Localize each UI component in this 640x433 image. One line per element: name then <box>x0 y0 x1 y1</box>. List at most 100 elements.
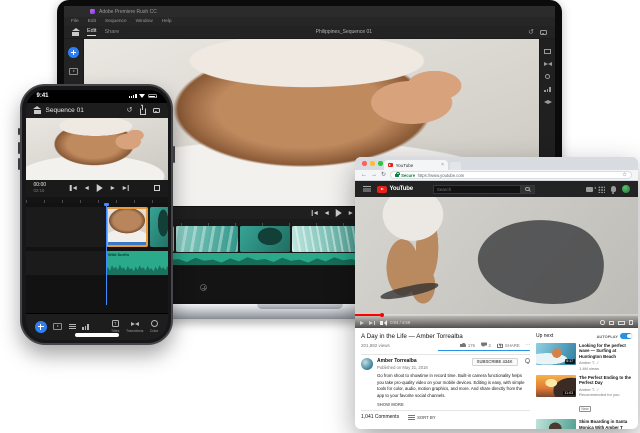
browser-tab[interactable]: YouTube × <box>384 160 448 170</box>
step-forward-icon[interactable] <box>110 186 114 190</box>
apps-grid-icon[interactable] <box>598 186 605 193</box>
audio-levels-icon[interactable] <box>82 324 89 330</box>
home-icon[interactable] <box>34 107 41 114</box>
hamburger-menu-icon[interactable] <box>363 186 371 192</box>
step-forward-icon[interactable] <box>349 211 353 215</box>
video-player[interactable]: 0:04 / 4:58 <box>355 197 638 328</box>
secure-label: Secure <box>401 173 415 178</box>
skip-end-icon[interactable] <box>122 185 128 191</box>
back-icon[interactable]: ← <box>361 172 367 178</box>
search-input[interactable] <box>433 185 521 194</box>
menu-window[interactable]: Window <box>136 19 153 24</box>
undo-icon[interactable]: ↺ <box>528 29 534 36</box>
close-window-button[interactable] <box>362 161 367 166</box>
more-actions-button[interactable]: ⋯ <box>526 342 530 348</box>
fullscreen-icon[interactable] <box>154 185 160 191</box>
titles-panel-icon[interactable] <box>544 49 551 54</box>
zoom-window-button[interactable] <box>378 161 383 166</box>
bookmark-star-icon[interactable]: ☆ <box>622 172 627 178</box>
home-icon[interactable] <box>72 29 79 36</box>
timeline-clip[interactable] <box>150 207 168 247</box>
share-icon[interactable] <box>140 108 146 115</box>
audio-clip[interactable]: Wild Surfin <box>106 251 168 275</box>
theater-mode-icon[interactable] <box>618 321 625 325</box>
add-media-button[interactable] <box>68 47 79 58</box>
miniplayer-icon[interactable] <box>609 321 615 325</box>
step-back-icon[interactable] <box>84 186 88 190</box>
tracks-icon[interactable] <box>69 324 76 329</box>
audio-panel-icon[interactable] <box>544 87 551 92</box>
play-icon[interactable] <box>336 209 342 217</box>
selected-clip[interactable] <box>106 207 148 247</box>
account-avatar[interactable] <box>622 185 631 194</box>
suggested-video[interactable]: 11:03 The Perfect Ending to the Perfect … <box>536 375 632 416</box>
clip-audio-strip <box>108 242 146 245</box>
suggested-video[interactable]: 14:55 Skim Boarding in Santa Monica With… <box>536 419 632 429</box>
menu-help[interactable]: Help <box>162 19 172 24</box>
comment-icon[interactable] <box>153 108 160 113</box>
menu-sequence[interactable]: Sequence <box>105 19 127 24</box>
minimize-window-button[interactable] <box>370 161 375 166</box>
add-track-icon[interactable] <box>200 284 207 291</box>
share-button[interactable]: SHARE <box>497 342 520 348</box>
skip-start-icon[interactable] <box>312 210 318 216</box>
player-controls: 0:04 / 4:58 <box>355 314 638 328</box>
color-tool[interactable]: Color <box>150 320 159 333</box>
add-media-button[interactable] <box>35 321 47 333</box>
channel-name[interactable]: Amber Torrealba <box>377 358 428 364</box>
url-field[interactable]: Secure https://www.youtube.com ☆ <box>390 171 632 179</box>
timeline-clip[interactable] <box>240 226 290 252</box>
undo-icon[interactable]: ↺ <box>127 107 133 114</box>
settings-gear-icon[interactable] <box>600 320 605 325</box>
forward-icon[interactable]: → <box>371 172 377 178</box>
notifications-bell-icon[interactable] <box>611 186 617 192</box>
volume-icon[interactable] <box>380 321 383 325</box>
timeline[interactable]: Wild Surfin <box>26 203 168 313</box>
sort-by-button[interactable]: SORT BY <box>408 415 436 420</box>
progress-fill <box>355 314 380 316</box>
play-icon[interactable] <box>96 184 102 192</box>
like-button[interactable]: 176 <box>460 342 475 348</box>
autoplay-toggle[interactable] <box>620 333 632 339</box>
dislike-button[interactable]: 2 <box>481 342 491 348</box>
tab-edit[interactable]: Edit <box>87 28 96 36</box>
video-thumbnail[interactable]: 14:55 <box>536 419 576 429</box>
transitions-panel-icon[interactable] <box>544 62 552 66</box>
video-thumbnail[interactable]: 11:03 <box>536 375 576 397</box>
video-preview[interactable] <box>26 118 168 180</box>
menu-edit[interactable]: Edit <box>88 19 96 24</box>
skip-start-icon[interactable] <box>70 185 76 191</box>
progress-bar[interactable] <box>355 314 638 316</box>
suggested-video[interactable]: 4:17 Looking for the perfect wave — Surf… <box>536 343 632 371</box>
video-thumbnail[interactable]: 4:17 <box>536 343 576 365</box>
titles-icon <box>112 320 119 327</box>
new-tab-button[interactable] <box>450 162 461 170</box>
tab-share[interactable]: Share <box>104 29 119 35</box>
menu-file[interactable]: File <box>71 19 79 24</box>
upload-video-icon[interactable] <box>586 187 593 192</box>
close-tab-icon[interactable]: × <box>441 163 444 168</box>
media-browser-icon[interactable] <box>53 323 62 330</box>
refresh-icon[interactable]: ↻ <box>381 172 386 178</box>
color-panel-icon[interactable] <box>545 74 551 80</box>
transitions-tool[interactable]: Transitions <box>126 320 143 333</box>
speed-panel-icon[interactable] <box>544 100 552 104</box>
playhead[interactable] <box>106 203 108 305</box>
timeline-clip[interactable] <box>176 226 238 252</box>
home-indicator[interactable] <box>75 333 119 337</box>
subscribe-button[interactable]: SUBSCRIBE 434K <box>472 358 518 366</box>
comment-icon[interactable] <box>540 30 547 35</box>
media-browser-icon[interactable] <box>69 68 78 75</box>
secure-lock-icon <box>395 174 399 177</box>
notify-bell-icon[interactable] <box>525 358 531 364</box>
next-video-icon[interactable] <box>369 321 375 325</box>
suggested-channel: Amber T. ✓ <box>579 360 632 365</box>
fullscreen-icon[interactable] <box>629 320 634 325</box>
step-back-icon[interactable] <box>325 211 329 215</box>
show-more-button[interactable]: SHOW MORE <box>377 402 530 407</box>
play-icon[interactable] <box>360 321 364 325</box>
search-button[interactable] <box>521 185 535 194</box>
titles-tool[interactable]: Titles <box>111 320 119 333</box>
channel-avatar[interactable] <box>361 358 373 370</box>
youtube-logo[interactable]: YouTube <box>377 186 413 193</box>
